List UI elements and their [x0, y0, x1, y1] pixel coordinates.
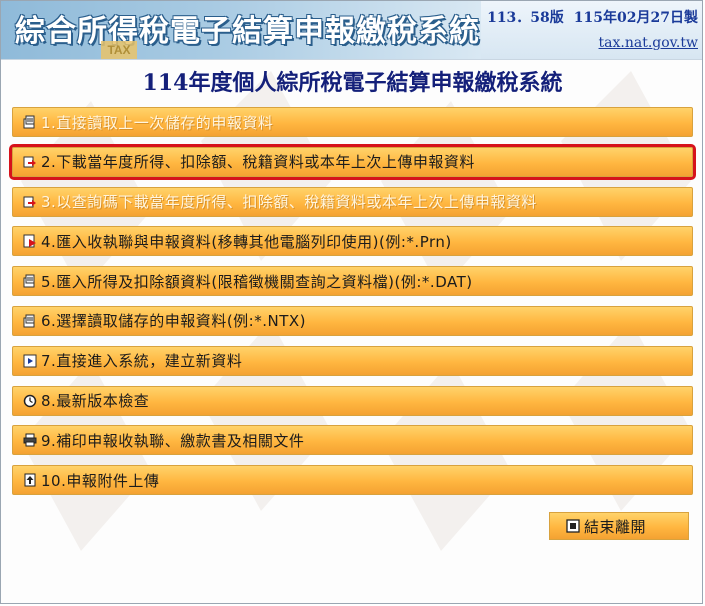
menu-item-7[interactable]: 7.直接進入系統，建立新資料: [12, 345, 693, 376]
upload-icon: [23, 473, 37, 487]
menu-item-label: 5.匯入所得及扣除額資料(限稽徵機關查詢之資料檔)(例:*.DAT): [41, 272, 473, 291]
menu-item-label: 4.匯入收執聯與申報資料(移轉其他電腦列印使用)(例:*.Prn): [41, 232, 452, 251]
menu-item-8[interactable]: 8.最新版本檢查: [12, 385, 693, 416]
menu-item-label: 9.補印申報收執聯、繳款書及相關文件: [41, 431, 305, 450]
tax-badge: TAX: [101, 41, 137, 59]
build-date: 115年02月27日製: [573, 10, 698, 26]
download-icon: [23, 155, 37, 169]
menu-item-label: 6.選擇讀取儲存的申報資料(例:*.NTX): [41, 312, 306, 331]
menu-item-10[interactable]: 10.申報附件上傳: [12, 465, 693, 496]
clock-icon: [23, 394, 37, 408]
menu-item-5[interactable]: 5.匯入所得及扣除額資料(限稽徵機關查詢之資料檔)(例:*.DAT): [12, 266, 693, 297]
menu-item-3[interactable]: 3.以查詢碼下載當年度所得、扣除額、稅籍資料或本年上次上傳申報資料: [12, 186, 693, 217]
exit-icon: [566, 519, 580, 533]
import-icon: [23, 234, 37, 248]
menu-item-2[interactable]: 2.下載當年度所得、扣除額、稅籍資料或本年上次上傳申報資料: [9, 143, 696, 180]
page-title: 114年度個人綜所稅電子結算申報繳稅系統: [142, 70, 563, 96]
menu-item-label: 10.申報附件上傳: [41, 471, 160, 490]
menu-item-label: 1.直接讀取上一次儲存的申報資料: [41, 113, 274, 132]
download-icon: [23, 195, 37, 209]
document-edit-icon: [23, 314, 37, 328]
enter-icon: [23, 354, 37, 368]
version-info: 113．58版 115年02月27日製: [487, 7, 698, 27]
document-edit-icon: [23, 115, 37, 129]
menu-item-6[interactable]: 6.選擇讀取儲存的申報資料(例:*.NTX): [12, 305, 693, 336]
menu-item-label: 2.下載當年度所得、扣除額、稅籍資料或本年上次上傳申報資料: [41, 153, 475, 172]
exit-button[interactable]: 結束離開: [549, 512, 689, 540]
menu-item-1[interactable]: 1.直接讀取上一次儲存的申報資料: [12, 107, 693, 137]
main-menu: 1.直接讀取上一次儲存的申報資料 2.下載當年度所得、扣除額、稅籍資料或本年上次…: [9, 107, 696, 505]
menu-item-label: 8.最新版本檢查: [41, 392, 150, 411]
menu-item-label: 7.直接進入系統，建立新資料: [41, 352, 243, 371]
exit-button-label: 結束離開: [584, 517, 647, 536]
app-window: 綜合所得稅電子結算申報繳稅系統 TAX 113．58版 115年02月27日製 t…: [0, 0, 703, 604]
app-title: 綜合所得稅電子結算申報繳稅系統: [15, 14, 480, 49]
printer-icon: [23, 433, 37, 447]
menu-item-4[interactable]: 4.匯入收執聯與申報資料(移轉其他電腦列印使用)(例:*.Prn): [12, 226, 693, 257]
version-number: 113．58版: [487, 10, 564, 26]
header-banner: 綜合所得稅電子結算申報繳稅系統 TAX 113．58版 115年02月27日製 t…: [1, 1, 702, 60]
site-link[interactable]: tax.nat.gov.tw: [599, 35, 698, 51]
menu-item-label: 3.以查詢碼下載當年度所得、扣除額、稅籍資料或本年上次上傳申報資料: [41, 193, 537, 212]
document-edit-icon: [23, 274, 37, 288]
menu-item-9[interactable]: 9.補印申報收執聯、繳款書及相關文件: [12, 425, 693, 456]
